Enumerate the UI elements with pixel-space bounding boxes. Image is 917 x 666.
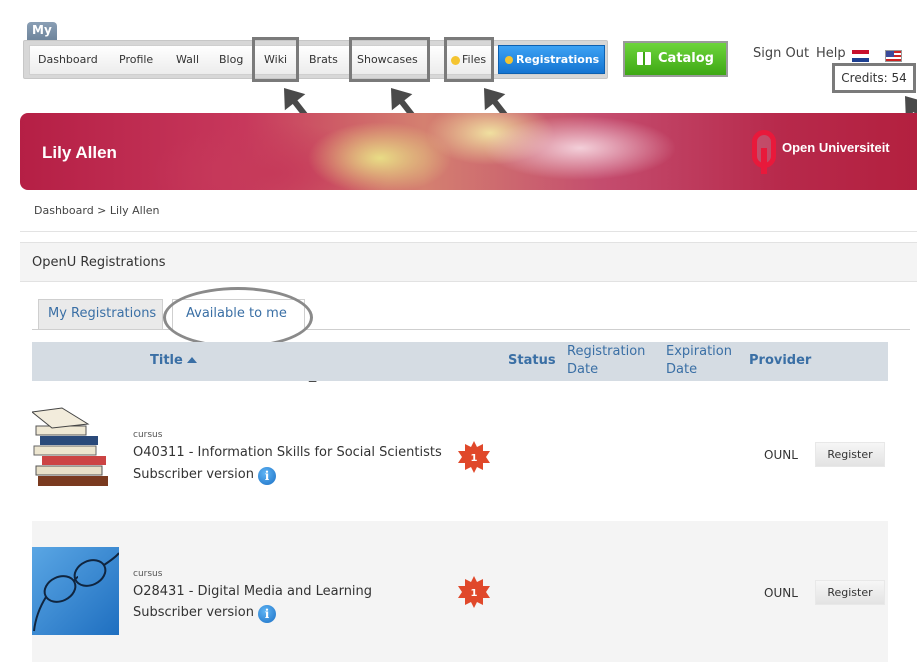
registrations-label: Registrations	[516, 53, 600, 66]
registrations-icon	[505, 56, 513, 64]
catalog-label: Catalog	[658, 51, 714, 66]
register-button[interactable]: Register	[815, 442, 885, 467]
panel-title: OpenU Registrations	[20, 242, 917, 282]
breadcrumb[interactable]: Dashboard > Lily Allen	[34, 204, 160, 217]
column-title[interactable]: Title	[150, 353, 197, 368]
register-button[interactable]: Register	[815, 580, 885, 605]
column-status[interactable]: Status	[508, 353, 556, 368]
provider: OUNL	[764, 586, 798, 600]
credits-label: Credits: 54	[841, 71, 907, 85]
subscriber-version-label: Subscriber version	[133, 467, 254, 482]
course-type: cursus	[133, 430, 163, 440]
table-header: Title Status Registration Date Expiratio…	[32, 342, 888, 381]
nav-wall[interactable]: Wall	[176, 46, 199, 74]
info-icon[interactable]: i	[257, 605, 276, 623]
nav-dashboard[interactable]: Dashboard	[38, 46, 98, 74]
page: My Dashboard Profile Wall Blog Wiki Brat…	[0, 0, 917, 666]
my-tab[interactable]: My	[27, 22, 57, 40]
column-registration-date-line1[interactable]: Registration	[567, 344, 645, 359]
help-link[interactable]: Help	[816, 46, 846, 61]
course-type: cursus	[133, 569, 163, 579]
files-highlight	[444, 37, 494, 82]
provider: OUNL	[764, 448, 798, 462]
course-title[interactable]: O28431 - Digital Media and Learning	[133, 584, 372, 599]
column-registration-date-line2[interactable]: Date	[567, 362, 598, 377]
registrations-button[interactable]: Registrations	[498, 45, 605, 74]
info-icon[interactable]: i	[257, 467, 276, 485]
tab-my-registrations[interactable]: My Registrations	[38, 299, 163, 329]
subscriber-version: Subscriber version i	[133, 605, 276, 623]
showcases-highlight	[349, 37, 430, 82]
nav-profile[interactable]: Profile	[119, 46, 153, 74]
subscriber-version-label: Subscriber version	[133, 605, 254, 620]
credits-box: Credits: 54	[832, 63, 916, 93]
new-badge-count: 1	[471, 453, 478, 464]
new-badge-icon: 1	[458, 576, 490, 608]
nav-blog[interactable]: Blog	[219, 46, 243, 74]
nav-brats[interactable]: Brats	[309, 46, 338, 74]
book-stack-thumbnail	[32, 406, 119, 494]
divider	[20, 231, 917, 232]
new-badge-icon: 1	[458, 441, 490, 473]
table-row: cursus O28431 - Digital Media and Learni…	[32, 521, 888, 662]
institution-name: Open Universiteit	[782, 140, 890, 155]
new-badge-count: 1	[471, 588, 478, 599]
english-flag-icon[interactable]	[885, 50, 902, 62]
open-universiteit-logo-icon	[752, 130, 778, 176]
sign-out-link[interactable]: Sign Out	[753, 46, 809, 61]
column-title-label: Title	[150, 353, 183, 368]
column-expiration-date-line2[interactable]: Date	[666, 362, 697, 377]
wiki-highlight	[252, 37, 299, 82]
book-icon	[637, 52, 651, 65]
dutch-flag-icon[interactable]	[852, 50, 869, 62]
column-expiration-date-line1[interactable]: Expiration	[666, 344, 732, 359]
sort-ascending-icon	[186, 357, 197, 363]
catalog-button[interactable]: Catalog	[623, 41, 728, 77]
available-tab-highlight	[163, 287, 313, 348]
subscriber-version: Subscriber version i	[133, 467, 276, 485]
column-provider[interactable]: Provider	[749, 353, 811, 368]
tabs-divider	[32, 329, 910, 330]
table-row: cursus O40311 - Information Skills for S…	[32, 382, 888, 523]
banner-user-name: Lily Allen	[42, 143, 117, 162]
glasses-thumbnail	[32, 547, 119, 635]
course-title[interactable]: O40311 - Information Skills for Social S…	[133, 445, 442, 460]
